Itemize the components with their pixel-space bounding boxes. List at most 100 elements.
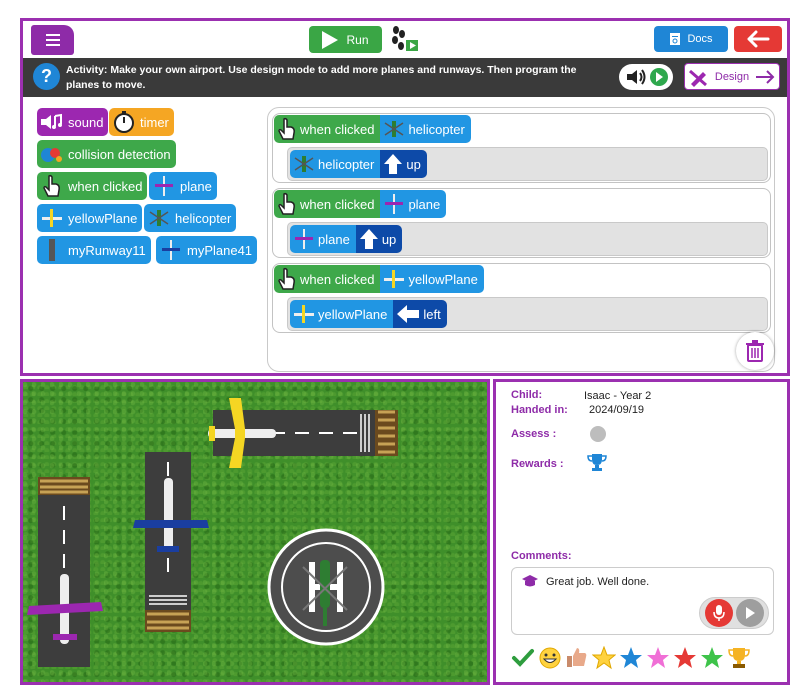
audio-comment-controls[interactable]	[699, 597, 769, 629]
timer-block[interactable]: timer	[109, 108, 174, 136]
hand-pointer-icon	[278, 117, 295, 140]
action-sprite-label: plane	[318, 231, 350, 247]
back-button[interactable]	[734, 26, 782, 52]
sprite-label: yellowPlane	[408, 271, 478, 287]
event-label: when clicked	[300, 196, 375, 212]
rewards-label: Rewards :	[511, 458, 564, 470]
hand-pointer-icon	[278, 192, 295, 215]
runway-block[interactable]: myRunway11	[37, 236, 151, 264]
microphone-icon[interactable]	[704, 599, 733, 627]
run-button[interactable]: Run	[309, 26, 382, 53]
comment-text: Great job. Well done.	[546, 576, 650, 588]
plane41-block[interactable]: myPlane41	[156, 236, 258, 264]
when-clicked-block[interactable]: when clicked	[37, 172, 148, 200]
action-sprite-label: helicopter	[318, 156, 375, 172]
play-icon	[322, 30, 339, 49]
helicopter-sprite-icon	[385, 121, 404, 137]
audio-controls[interactable]	[619, 64, 673, 90]
stage-scene	[27, 398, 398, 667]
action-block[interactable]: plane up	[290, 225, 403, 253]
smiley-icon[interactable]	[538, 646, 562, 670]
play-comment-icon[interactable]	[735, 599, 764, 627]
music-speaker-icon	[40, 110, 64, 134]
hand-pointer-icon	[278, 267, 295, 290]
event-block[interactable]: when clicked yellowPlane	[274, 265, 484, 293]
docs-button[interactable]: Docs	[654, 26, 728, 52]
plane-sprite-icon	[385, 194, 404, 214]
handed-in-value: 2024/09/19	[589, 404, 645, 416]
collision-detection-block[interactable]: collision detection	[37, 140, 176, 168]
play-audio-icon[interactable]	[649, 68, 668, 86]
back-arrow-icon	[747, 30, 770, 48]
plane41-block-label: myPlane41	[187, 242, 253, 258]
event-block[interactable]: when clicked plane	[274, 190, 447, 218]
timer-block-label: timer	[140, 114, 169, 130]
checkmark-icon[interactable]	[511, 646, 535, 670]
when-clicked-label: when clicked	[68, 178, 143, 194]
yellow-plane-block[interactable]: yellowPlane	[37, 204, 143, 232]
docs-button-label: Docs	[687, 33, 713, 45]
yellow-plane-block-label: yellowPlane	[68, 210, 138, 226]
action-label: up	[381, 231, 397, 247]
hand-pointer-icon	[40, 174, 64, 198]
stage-canvas[interactable]	[23, 382, 487, 682]
trash-button[interactable]	[736, 332, 774, 370]
collision-icon	[40, 142, 64, 166]
sound-block[interactable]: sound	[37, 108, 109, 136]
action-label: left	[423, 306, 441, 322]
action-block[interactable]: yellowPlane left	[290, 300, 447, 328]
event-label: when clicked	[300, 271, 375, 287]
yellow-star-icon[interactable]	[592, 646, 616, 670]
arrow-up-icon	[384, 154, 403, 174]
thumbs-up-icon[interactable]	[565, 646, 589, 670]
runway-sprite-icon	[40, 238, 64, 262]
help-icon[interactable]: ?	[33, 63, 60, 90]
plane-block-label: plane	[180, 178, 212, 194]
design-button[interactable]: Design	[684, 63, 780, 90]
handed-in-label: Handed in:	[511, 404, 568, 416]
menu-button[interactable]	[31, 25, 74, 55]
plane41-sprite-icon	[159, 238, 183, 262]
document-icon	[670, 33, 681, 45]
blue-plane-sprite[interactable]	[133, 478, 209, 552]
yellow-plane-sprite[interactable]	[208, 398, 276, 468]
helicopter-sprite-icon	[294, 156, 314, 172]
comments-label: Comments:	[511, 550, 572, 562]
yellow-plane-sprite-icon	[40, 206, 64, 230]
child-value: Isaac - Year 2	[584, 390, 652, 402]
event-label: when clicked	[300, 121, 375, 137]
gold-trophy-icon[interactable]	[727, 646, 751, 670]
event-block[interactable]: when clicked helicopter	[274, 115, 471, 143]
yellow-plane-sprite-icon	[294, 305, 314, 323]
green-star-icon[interactable]	[700, 646, 724, 670]
plane-sprite-icon	[295, 229, 313, 249]
pencil-ruler-icon	[688, 69, 707, 87]
trash-icon	[746, 340, 764, 362]
arrow-left-icon	[397, 305, 420, 323]
sound-block-label: sound	[68, 114, 104, 130]
run-button-label: Run	[346, 32, 369, 47]
sprite-label: plane	[408, 196, 441, 212]
helicopter-sprite-icon	[147, 206, 171, 230]
helicopter-block-label: helicopter	[175, 210, 232, 226]
arrow-right-icon	[756, 69, 775, 84]
stopwatch-icon	[112, 110, 136, 134]
plane-block[interactable]: plane	[149, 172, 217, 200]
activity-instructions: Activity: Make your own airport. Use des…	[66, 64, 577, 91]
collision-block-label: collision detection	[68, 146, 171, 162]
arrow-up-icon	[359, 229, 378, 249]
step-through-icon[interactable]	[389, 25, 419, 53]
trophy-icon[interactable]	[587, 452, 607, 472]
blue-star-icon[interactable]	[619, 646, 643, 670]
speaker-icon[interactable]	[625, 68, 647, 86]
pink-star-icon[interactable]	[646, 646, 670, 670]
graduation-cap-icon	[522, 575, 538, 587]
action-block[interactable]: helicopter up	[290, 150, 427, 178]
helicopter-block[interactable]: helicopter	[144, 204, 237, 232]
assess-indicator[interactable]	[590, 426, 606, 442]
feedback-panel	[493, 379, 790, 685]
design-button-label: Design	[714, 70, 750, 83]
action-label: up	[406, 156, 421, 172]
action-sprite-label: yellowPlane	[318, 306, 388, 322]
red-star-icon[interactable]	[673, 646, 697, 670]
